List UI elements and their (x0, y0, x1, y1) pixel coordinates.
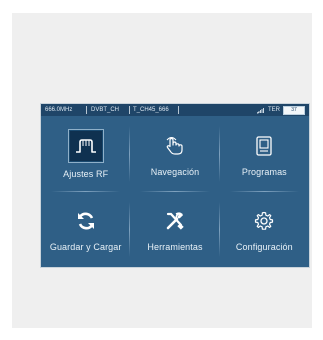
menu-configuracion[interactable]: Configuración (220, 192, 309, 268)
menu-label: Navegación (150, 166, 200, 177)
status-bar: 666.0MHz DVBT_CH T_CH45_666 TER 37 (41, 104, 309, 116)
gear-icon (246, 206, 282, 236)
save-load-icon (68, 206, 104, 236)
signal-status: TER 37 (257, 104, 305, 116)
status-divider (86, 106, 87, 114)
level-badge: 37 (283, 105, 305, 115)
program-list-icon (246, 131, 282, 161)
menu-guardar-y-cargar[interactable]: Guardar y Cargar (41, 192, 131, 268)
band-readout: TER (268, 107, 280, 113)
frequency-readout: 666.0MHz (45, 107, 73, 113)
hand-gesture-icon (157, 131, 193, 161)
menu-label: Programas (241, 166, 287, 177)
status-divider (178, 106, 179, 114)
menu-ajustes-rf[interactable]: Ajustes RF (41, 116, 131, 192)
menu-programas[interactable]: Programas (220, 116, 309, 192)
standard-readout: DVBT_CH (91, 107, 120, 113)
menu-label: Ajustes RF (63, 168, 109, 179)
menu-navegacion[interactable]: Navegación (130, 116, 220, 192)
antenna-icon (257, 107, 265, 114)
menu-label: Configuración (235, 242, 293, 253)
status-divider (129, 106, 130, 114)
channel-readout: T_CH45_666 (133, 107, 169, 113)
menu-label: Herramientas (147, 242, 203, 253)
device-screen: 666.0MHz DVBT_CH T_CH45_666 TER 37 Ajust… (40, 103, 310, 268)
tools-icon (157, 206, 193, 236)
main-menu: Ajustes RF Navegación Programas Guardar … (41, 116, 309, 267)
menu-label: Guardar y Cargar (49, 242, 122, 253)
menu-herramientas[interactable]: Herramientas (130, 192, 220, 268)
product-card: 666.0MHz DVBT_CH T_CH45_666 TER 37 Ajust… (12, 13, 312, 328)
rf-signal-icon (67, 128, 104, 163)
